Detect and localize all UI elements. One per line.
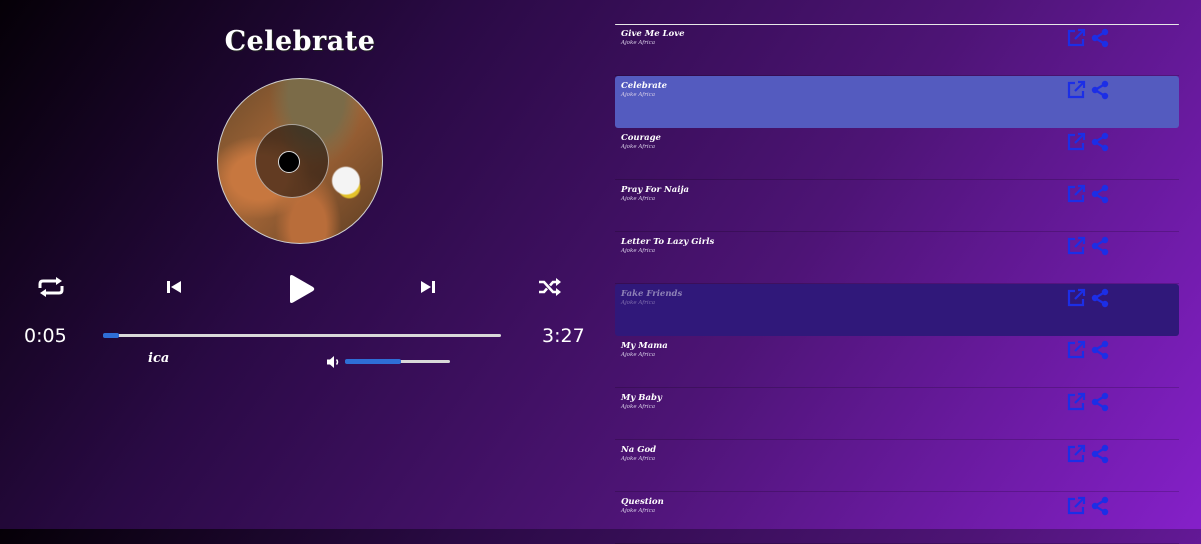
external-link-icon xyxy=(1067,80,1086,99)
share-icon xyxy=(1091,444,1109,464)
track-artist: Ajoke Africa xyxy=(621,40,655,46)
open-external-button[interactable] xyxy=(1066,184,1086,208)
current-time: 0:05 xyxy=(24,325,67,347)
external-link-icon xyxy=(1067,496,1086,515)
open-external-button[interactable] xyxy=(1066,392,1086,416)
track-artist: Ajoke Africa xyxy=(621,404,655,410)
share-icon xyxy=(1091,184,1109,204)
share-icon xyxy=(1091,80,1109,100)
track-name: Na God xyxy=(621,445,657,455)
playlist-item-2[interactable]: Celebrate Ajoke Africa xyxy=(615,76,1179,128)
volume-slider[interactable] xyxy=(345,359,450,364)
share-button[interactable] xyxy=(1090,80,1110,104)
external-link-icon xyxy=(1067,132,1086,151)
playlist-item-6[interactable]: Fake Friends Ajoke Africa xyxy=(615,284,1179,336)
share-button[interactable] xyxy=(1090,236,1110,260)
track-artist: Ajoke Africa xyxy=(621,144,655,150)
next-icon xyxy=(421,281,435,293)
share-button[interactable] xyxy=(1090,444,1110,468)
share-button[interactable] xyxy=(1090,496,1110,520)
external-link-icon xyxy=(1067,392,1086,411)
open-external-button[interactable] xyxy=(1066,340,1086,364)
playlist-item-1[interactable]: Give Me Love Ajoke Africa xyxy=(615,24,1179,76)
external-link-icon xyxy=(1067,184,1086,203)
track-artist: Ajoke Africa xyxy=(621,248,655,254)
open-external-button[interactable] xyxy=(1066,288,1086,312)
track-name: Pray For Naija xyxy=(621,185,690,195)
share-button[interactable] xyxy=(1090,340,1110,364)
share-icon xyxy=(1091,28,1109,48)
track-artist: Ajoke Africa xyxy=(621,196,655,202)
play-button[interactable] xyxy=(283,272,319,306)
volume-fill xyxy=(345,359,401,364)
previous-button[interactable] xyxy=(163,277,185,297)
volume-button[interactable] xyxy=(326,354,342,373)
playlist-item-8[interactable]: My Baby Ajoke Africa xyxy=(615,388,1179,440)
external-link-icon xyxy=(1067,288,1086,307)
open-external-button[interactable] xyxy=(1066,28,1086,52)
repeat-icon xyxy=(38,277,64,297)
play-icon xyxy=(290,275,315,303)
share-icon xyxy=(1091,496,1109,516)
share-button[interactable] xyxy=(1090,28,1110,52)
share-icon xyxy=(1091,288,1109,308)
playlist-item-9[interactable]: Na God Ajoke Africa xyxy=(615,440,1179,492)
track-name: My Mama xyxy=(621,341,668,351)
track-name: Fake Friends xyxy=(621,289,683,299)
external-link-icon xyxy=(1067,444,1086,463)
progress-bar[interactable] xyxy=(103,333,501,338)
open-external-button[interactable] xyxy=(1066,496,1086,520)
playlist-item-10[interactable]: Question Ajoke Africa xyxy=(615,492,1179,544)
external-link-icon xyxy=(1067,236,1086,255)
share-button[interactable] xyxy=(1090,132,1110,156)
playlist: Give Me Love Ajoke Africa Celebrate Ajok… xyxy=(615,24,1179,544)
next-button[interactable] xyxy=(417,277,439,297)
artist-marquee: ica xyxy=(148,351,170,366)
track-artist: Ajoke Africa xyxy=(621,92,655,98)
repeat-button[interactable] xyxy=(36,276,66,298)
album-art-disc xyxy=(217,78,383,244)
track-artist: Ajoke Africa xyxy=(621,300,655,306)
track-name: Courage xyxy=(621,133,661,143)
track-artist: Ajoke Africa xyxy=(621,352,655,358)
share-icon xyxy=(1091,236,1109,256)
previous-icon xyxy=(167,281,181,293)
progress-fill xyxy=(103,333,119,338)
open-external-button[interactable] xyxy=(1066,132,1086,156)
open-external-button[interactable] xyxy=(1066,80,1086,104)
track-name: Question xyxy=(621,497,664,507)
track-name: Letter To Lazy Girls xyxy=(621,237,715,247)
share-button[interactable] xyxy=(1090,184,1110,208)
playlist-item-7[interactable]: My Mama Ajoke Africa xyxy=(615,336,1179,388)
track-name: My Baby xyxy=(621,393,662,403)
track-name: Give Me Love xyxy=(621,29,685,39)
playlist-item-4[interactable]: Pray For Naija Ajoke Africa xyxy=(615,180,1179,232)
shuffle-icon xyxy=(539,278,561,296)
disc-center-hole xyxy=(278,151,300,173)
playlist-item-3[interactable]: Courage Ajoke Africa xyxy=(615,128,1179,180)
share-icon xyxy=(1091,132,1109,152)
open-external-button[interactable] xyxy=(1066,236,1086,260)
player-panel: Celebrate 0:05 3:27 ica xyxy=(0,0,600,529)
share-icon xyxy=(1091,392,1109,412)
volume-icon xyxy=(327,356,339,368)
track-artist: Ajoke Africa xyxy=(621,456,655,462)
total-time: 3:27 xyxy=(542,325,585,347)
song-title: Celebrate xyxy=(224,26,376,57)
track-name: Celebrate xyxy=(621,81,668,91)
track-artist: Ajoke Africa xyxy=(621,508,655,514)
open-external-button[interactable] xyxy=(1066,444,1086,468)
share-button[interactable] xyxy=(1090,392,1110,416)
external-link-icon xyxy=(1067,28,1086,47)
playlist-item-5[interactable]: Letter To Lazy Girls Ajoke Africa xyxy=(615,232,1179,284)
track-list: Give Me Love Ajoke Africa Celebrate Ajok… xyxy=(615,24,1179,544)
share-button[interactable] xyxy=(1090,288,1110,312)
share-icon xyxy=(1091,340,1109,360)
shuffle-button[interactable] xyxy=(536,277,564,297)
external-link-icon xyxy=(1067,340,1086,359)
